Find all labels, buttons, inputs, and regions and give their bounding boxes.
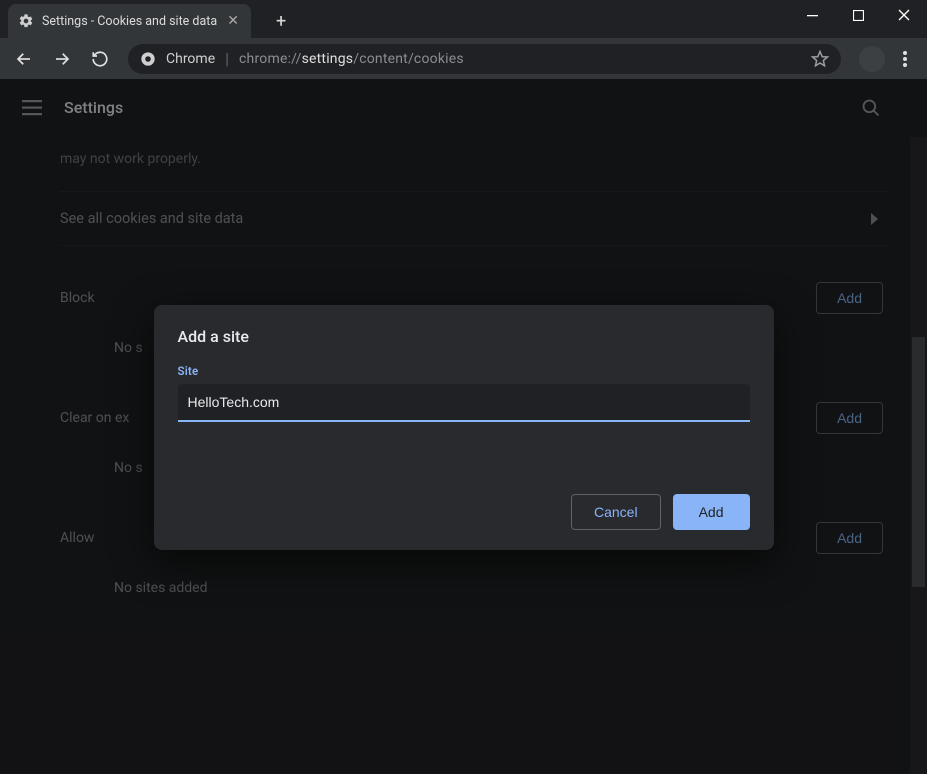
profile-avatar[interactable] xyxy=(859,46,885,72)
browser-toolbar: Chrome | chrome://settings/content/cooki… xyxy=(0,38,927,79)
tab-title: Settings - Cookies and site data xyxy=(42,14,217,29)
new-tab-button[interactable]: + xyxy=(267,7,295,35)
minimize-button[interactable] xyxy=(789,0,835,30)
modal-overlay: Add a site Site Cancel Add xyxy=(0,79,927,774)
confirm-add-button[interactable]: Add xyxy=(673,494,750,530)
maximize-button[interactable] xyxy=(835,0,881,30)
bookmark-star-icon[interactable] xyxy=(811,50,829,68)
site-input[interactable] xyxy=(178,384,750,422)
close-tab-icon[interactable]: ✕ xyxy=(225,13,241,29)
window-close-button[interactable] xyxy=(881,0,927,30)
brand-label: Chrome xyxy=(166,51,215,67)
url-text: chrome://settings/content/cookies xyxy=(239,51,464,67)
back-button[interactable] xyxy=(8,43,40,75)
separator: | xyxy=(225,49,229,68)
dialog-title: Add a site xyxy=(178,327,750,346)
site-field-label: Site xyxy=(178,364,750,378)
titlebar: Settings - Cookies and site data ✕ + xyxy=(0,0,927,38)
reload-button[interactable] xyxy=(84,43,116,75)
add-site-dialog: Add a site Site Cancel Add xyxy=(154,305,774,550)
address-bar[interactable]: Chrome | chrome://settings/content/cooki… xyxy=(128,44,841,74)
cancel-button[interactable]: Cancel xyxy=(571,494,661,530)
browser-tab[interactable]: Settings - Cookies and site data ✕ xyxy=(8,4,251,38)
gear-icon xyxy=(18,13,34,29)
chrome-brand-icon xyxy=(140,51,156,67)
forward-button[interactable] xyxy=(46,43,78,75)
menu-kebab-icon[interactable] xyxy=(891,51,919,67)
window-controls xyxy=(789,0,927,30)
